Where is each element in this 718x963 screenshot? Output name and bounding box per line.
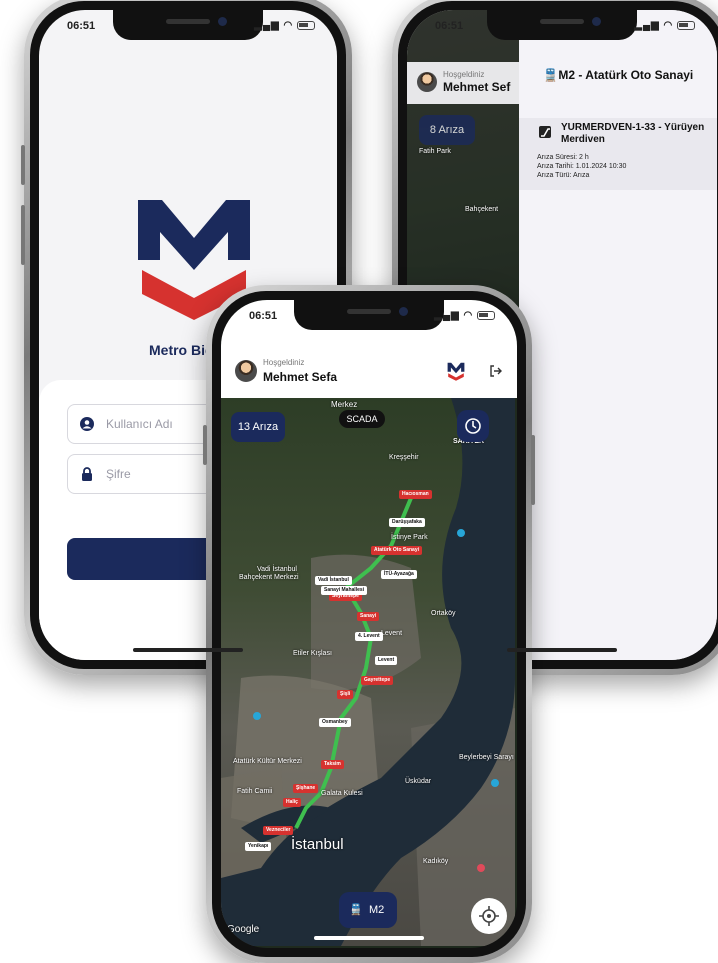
- map-place-label: Bahçekent: [465, 206, 499, 213]
- map-place-label: Beylerbeyi Sarayı: [459, 754, 514, 761]
- logout-icon[interactable]: [489, 364, 503, 378]
- map-place-label: Kadıköy: [423, 858, 449, 865]
- status-time: 06:51: [67, 20, 96, 32]
- station-tag-fault[interactable]: Atatürk Oto Sanayi: [371, 546, 423, 555]
- user-name: Mehmet Sefa: [263, 370, 338, 384]
- map-place-label: Ortaköy: [431, 610, 456, 617]
- refresh-button[interactable]: [457, 410, 489, 442]
- station-tag-fault[interactable]: Haliç: [283, 798, 301, 807]
- user-header: Hoşgeldiniz Mehmet Sef: [407, 62, 519, 104]
- fault-duration: Arıza Süresi: 2 h: [537, 154, 589, 161]
- station-tag[interactable]: Osmanbey: [319, 718, 351, 727]
- map-place-label: İstinye Park: [391, 534, 428, 541]
- drawer-title: 🚆 M2 - Atatürk Oto Sanayi: [543, 68, 693, 82]
- station-tag[interactable]: 4. Levent: [355, 632, 383, 641]
- metro-logo-small: [447, 362, 465, 381]
- status-icons: ▂▄▆ ◠: [634, 20, 695, 31]
- escalator-icon: [539, 126, 551, 138]
- station-tag[interactable]: Yenikapı: [245, 842, 272, 851]
- map-place-label: Fatih Park: [419, 148, 451, 155]
- crosshair-icon: [479, 906, 499, 926]
- map-place-label: Merkez: [331, 400, 358, 409]
- station-tag-fault[interactable]: Gayrettepe: [361, 676, 394, 685]
- user-name: Mehmet Sef: [443, 80, 511, 94]
- greeting: Hoşgeldiniz: [263, 358, 305, 367]
- map-place-label: Kreşşehir: [389, 454, 419, 461]
- station-tag[interactable]: Darüşşafaka: [389, 518, 425, 527]
- username-placeholder: Kullanıcı Adı: [106, 417, 173, 431]
- status-time: 06:51: [249, 310, 278, 322]
- map-background: [221, 398, 515, 946]
- train-icon: 🚆: [349, 904, 363, 916]
- phone-map: 06:51 ▂▄▆ ◠ Hoşgeldiniz Mehmet Sefa Merk…: [203, 285, 535, 963]
- station-tag[interactable]: Sanayi Mahallesi: [321, 586, 368, 595]
- phone-side-button: [21, 145, 25, 185]
- satellite-map[interactable]: Merkez Kreşşehir SARIYER Vadi İstanbul B…: [221, 398, 517, 948]
- station-tag-fault[interactable]: Vezneciler: [263, 826, 294, 835]
- home-indicator: [507, 648, 617, 652]
- google-attribution: Google: [227, 924, 260, 935]
- train-icon: 🚆: [543, 68, 558, 82]
- password-placeholder: Şifre: [106, 467, 131, 481]
- station-tag-fault[interactable]: Hacıosman: [399, 490, 432, 499]
- fault-date: Arıza Tarihi: 1.01.2024 10:30: [537, 163, 627, 170]
- phone-side-button: [531, 435, 535, 505]
- status-bar: 06:51 ▂▄▆ ◠: [39, 20, 337, 40]
- home-indicator: [133, 648, 243, 652]
- map-place-label: Üsküdar: [405, 778, 432, 785]
- avatar: [235, 360, 257, 382]
- station-tag[interactable]: Levent: [375, 656, 398, 665]
- user-icon: [80, 417, 94, 431]
- map-place-label: Atatürk Kültür Merkezi: [233, 758, 302, 765]
- status-icons: ▂▄▆ ◠: [434, 310, 495, 321]
- greeting: Hoşgeldiniz: [443, 70, 485, 79]
- map-place-label: Galata Kulesi: [321, 790, 363, 797]
- station-tag[interactable]: Vadi İstanbul: [315, 576, 352, 585]
- station-tag-fault[interactable]: Sanayi: [357, 612, 380, 621]
- scada-toggle[interactable]: SCADA: [339, 410, 385, 428]
- map-place-label: Levent: [381, 630, 403, 637]
- refresh-icon: [465, 418, 481, 434]
- fault-type: Arıza Türü: Arıza: [537, 172, 590, 179]
- status-time: 06:51: [435, 20, 464, 32]
- map-place-label: Etiler Kışlası: [293, 650, 332, 657]
- lock-icon: [82, 467, 92, 481]
- avatar: [417, 72, 437, 92]
- status-bar: 06:51 ▂▄▆ ◠: [407, 20, 717, 40]
- locate-button[interactable]: [471, 898, 507, 934]
- status-icons: ▂▄▆ ◠: [254, 20, 315, 31]
- phone-side-button: [21, 205, 25, 265]
- line-select-label: M2: [369, 904, 385, 916]
- map-place-label: Bahçekent Merkezi: [239, 574, 299, 581]
- map-place-label: Fatih Camii: [237, 788, 273, 795]
- station-tag-fault[interactable]: Taksim: [321, 760, 344, 769]
- city-label: İstanbul: [291, 836, 344, 853]
- fault-title: YURMERDVEN-1-33 - Yürüyen Merdiven: [561, 122, 705, 145]
- station-tag-fault[interactable]: Şişli: [337, 690, 354, 699]
- marketing-composite: 06:51 ▂▄▆ ◠ Metro Big D Kullanıcı Adı Şi…: [0, 0, 718, 963]
- fault-count-chip[interactable]: 13 Arıza: [231, 412, 285, 442]
- station-tag[interactable]: İTÜ-Ayazağa: [381, 570, 417, 579]
- station-tag-fault[interactable]: Şişhane: [293, 784, 319, 793]
- line-drawer: 🚆 M2 - Atatürk Oto Sanayi YURMERDVEN-1-3…: [519, 10, 717, 660]
- status-bar: 06:51 ▂▄▆ ◠: [221, 310, 517, 330]
- phone-side-button: [203, 425, 207, 465]
- map-place-label: Vadi İstanbul: [257, 566, 297, 573]
- line-title: M2 - Atatürk Oto Sanayi: [558, 68, 694, 82]
- fault-count-chip[interactable]: 8 Arıza: [419, 115, 475, 145]
- line-select-button[interactable]: 🚆 M2: [339, 892, 397, 928]
- home-indicator: [314, 936, 424, 940]
